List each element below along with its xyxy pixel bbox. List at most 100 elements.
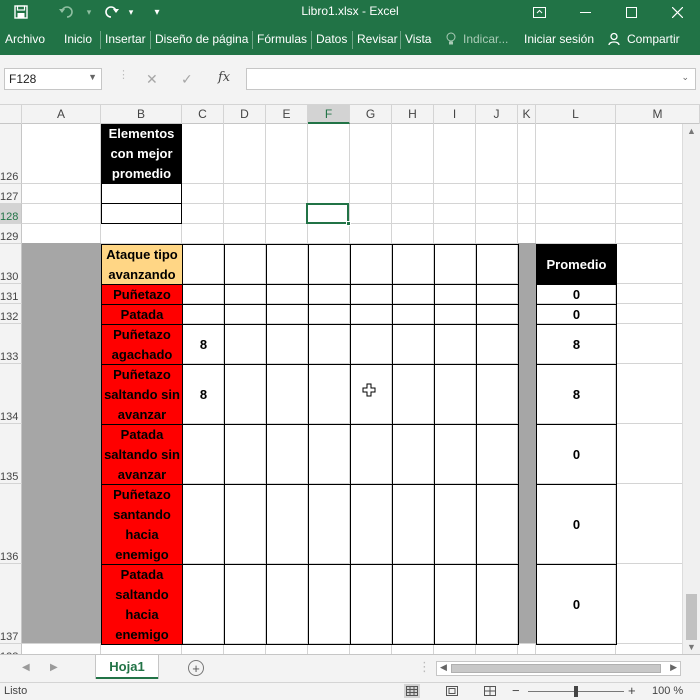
formula-input[interactable]: ⌄: [246, 68, 696, 90]
column-header-d[interactable]: D: [224, 105, 266, 124]
column-header-e[interactable]: E: [266, 105, 308, 124]
table2-value-cell[interactable]: [224, 364, 267, 425]
row-header-129[interactable]: 129: [0, 224, 22, 244]
row-header-130[interactable]: 130: [0, 244, 22, 284]
table2-value-cell[interactable]: [392, 244, 435, 285]
page-layout-icon[interactable]: [444, 684, 460, 698]
table2-value-cell[interactable]: [350, 364, 393, 425]
row-header-127[interactable]: 127: [0, 184, 22, 204]
zoom-out-icon[interactable]: −: [512, 683, 520, 698]
tab-diseno-de-pagina[interactable]: Diseño de página: [155, 32, 248, 46]
ribbon-display-icon[interactable]: [516, 0, 562, 25]
table2-value-cell[interactable]: [350, 424, 393, 485]
column-header-j[interactable]: J: [476, 105, 518, 124]
row-header-126[interactable]: 126: [0, 124, 22, 184]
table2-value-cell[interactable]: [476, 564, 519, 645]
promedio-header[interactable]: Promedio: [536, 244, 617, 285]
zoom-level[interactable]: 100 %: [652, 685, 683, 697]
table2-value-cell[interactable]: [308, 304, 351, 325]
row-header-136[interactable]: 136: [0, 484, 22, 564]
attack-value-c[interactable]: 8: [182, 324, 225, 365]
table1-empty-cell[interactable]: [101, 203, 182, 224]
promedio-value-cell[interactable]: 0: [536, 424, 617, 485]
promedio-value-cell[interactable]: 0: [536, 564, 617, 645]
table2-value-cell[interactable]: [434, 304, 477, 325]
attack-value-c[interactable]: [182, 284, 225, 305]
cell-grid[interactable]: Elementos con mejor promedio Ataque tipo…: [22, 124, 682, 654]
drag-handle-icon[interactable]: ⋮: [118, 68, 129, 81]
column-header-g[interactable]: G: [350, 105, 392, 124]
table2-value-cell[interactable]: [224, 484, 267, 565]
scroll-down-icon[interactable]: ▼: [687, 642, 696, 652]
table2-value-cell[interactable]: [224, 324, 267, 365]
table2-value-cell[interactable]: [392, 564, 435, 645]
table2-value-cell[interactable]: [266, 284, 309, 305]
tab-insertar[interactable]: Insertar: [105, 32, 146, 46]
table2-value-cell[interactable]: [266, 324, 309, 365]
attack-value-c[interactable]: [182, 484, 225, 565]
scroll-right-icon[interactable]: ▶: [670, 662, 677, 673]
table2-value-cell[interactable]: [266, 564, 309, 645]
close-icon[interactable]: [654, 0, 700, 25]
column-header-b[interactable]: B: [101, 105, 182, 124]
row-header-131[interactable]: 131: [0, 284, 22, 304]
page-break-icon[interactable]: [482, 684, 498, 698]
table1-header[interactable]: Elementos con mejor promedio: [101, 124, 182, 184]
promedio-value-cell[interactable]: 8: [536, 324, 617, 365]
table2-value-cell[interactable]: [266, 364, 309, 425]
row-header-137[interactable]: 137: [0, 564, 22, 644]
sign-in-link[interactable]: Iniciar sesión: [524, 32, 594, 46]
column-header-h[interactable]: H: [392, 105, 434, 124]
attack-label-cell[interactable]: Patada saltando sin avanzar: [101, 424, 183, 485]
row-header-132[interactable]: 132: [0, 304, 22, 324]
horizontal-scroll-thumb[interactable]: [451, 664, 661, 673]
attack-label-cell[interactable]: Puñetazo santando hacia enemigo: [101, 484, 183, 565]
scroll-up-icon[interactable]: ▲: [687, 126, 696, 136]
table2-value-cell[interactable]: [392, 364, 435, 425]
table2-value-cell[interactable]: [224, 284, 267, 305]
tab-datos[interactable]: Datos: [316, 32, 347, 46]
table2-value-cell[interactable]: [224, 424, 267, 485]
table2-value-cell[interactable]: [308, 364, 351, 425]
column-header-m[interactable]: M: [616, 105, 700, 124]
attack-value-c[interactable]: [182, 564, 225, 645]
prev-sheet-icon[interactable]: ◀: [22, 662, 30, 673]
expand-formula-icon[interactable]: ⌄: [681, 72, 689, 83]
table2-value-cell[interactable]: [350, 284, 393, 305]
row-header-134[interactable]: 134: [0, 364, 22, 424]
name-box[interactable]: F128 ▼: [4, 68, 102, 90]
table2-value-cell[interactable]: [350, 324, 393, 365]
next-sheet-icon[interactable]: ▶: [50, 662, 58, 673]
selected-cell[interactable]: [306, 203, 349, 224]
table2-value-cell[interactable]: [392, 304, 435, 325]
attack-label-cell[interactable]: Patada: [101, 304, 183, 325]
maximize-icon[interactable]: [608, 0, 654, 25]
table2-value-cell[interactable]: [308, 424, 351, 485]
row-header-135[interactable]: 135: [0, 424, 22, 484]
table2-value-cell[interactable]: [224, 244, 267, 285]
table2-value-cell[interactable]: [434, 284, 477, 305]
attack-value-c[interactable]: [182, 304, 225, 325]
table2-value-cell[interactable]: [434, 564, 477, 645]
table2-value-cell[interactable]: [476, 244, 519, 285]
promedio-value-cell[interactable]: 8: [536, 364, 617, 425]
tab-inicio[interactable]: Inicio: [64, 32, 92, 46]
table2-value-cell[interactable]: [476, 424, 519, 485]
attack-value-c[interactable]: 8: [182, 364, 225, 425]
table2-value-cell[interactable]: [476, 324, 519, 365]
column-header-i[interactable]: I: [434, 105, 476, 124]
tab-formulas[interactable]: Fórmulas: [257, 32, 307, 46]
table2-value-cell[interactable]: [476, 284, 519, 305]
enter-icon[interactable]: ✓: [181, 71, 193, 88]
table2-value-cell[interactable]: [476, 484, 519, 565]
cancel-icon[interactable]: ✕: [146, 71, 158, 88]
table1-empty-cell[interactable]: [101, 183, 182, 204]
select-all-corner[interactable]: [0, 105, 22, 124]
column-header-l[interactable]: L: [536, 105, 616, 124]
promedio-value-cell[interactable]: 0: [536, 484, 617, 565]
table2-value-cell[interactable]: [308, 284, 351, 305]
table2-value-cell[interactable]: [434, 424, 477, 485]
share-button[interactable]: Compartir: [627, 32, 680, 46]
table2-value-cell[interactable]: [350, 244, 393, 285]
attack-label-cell[interactable]: Puñetazo saltando sin avanzar: [101, 364, 183, 425]
